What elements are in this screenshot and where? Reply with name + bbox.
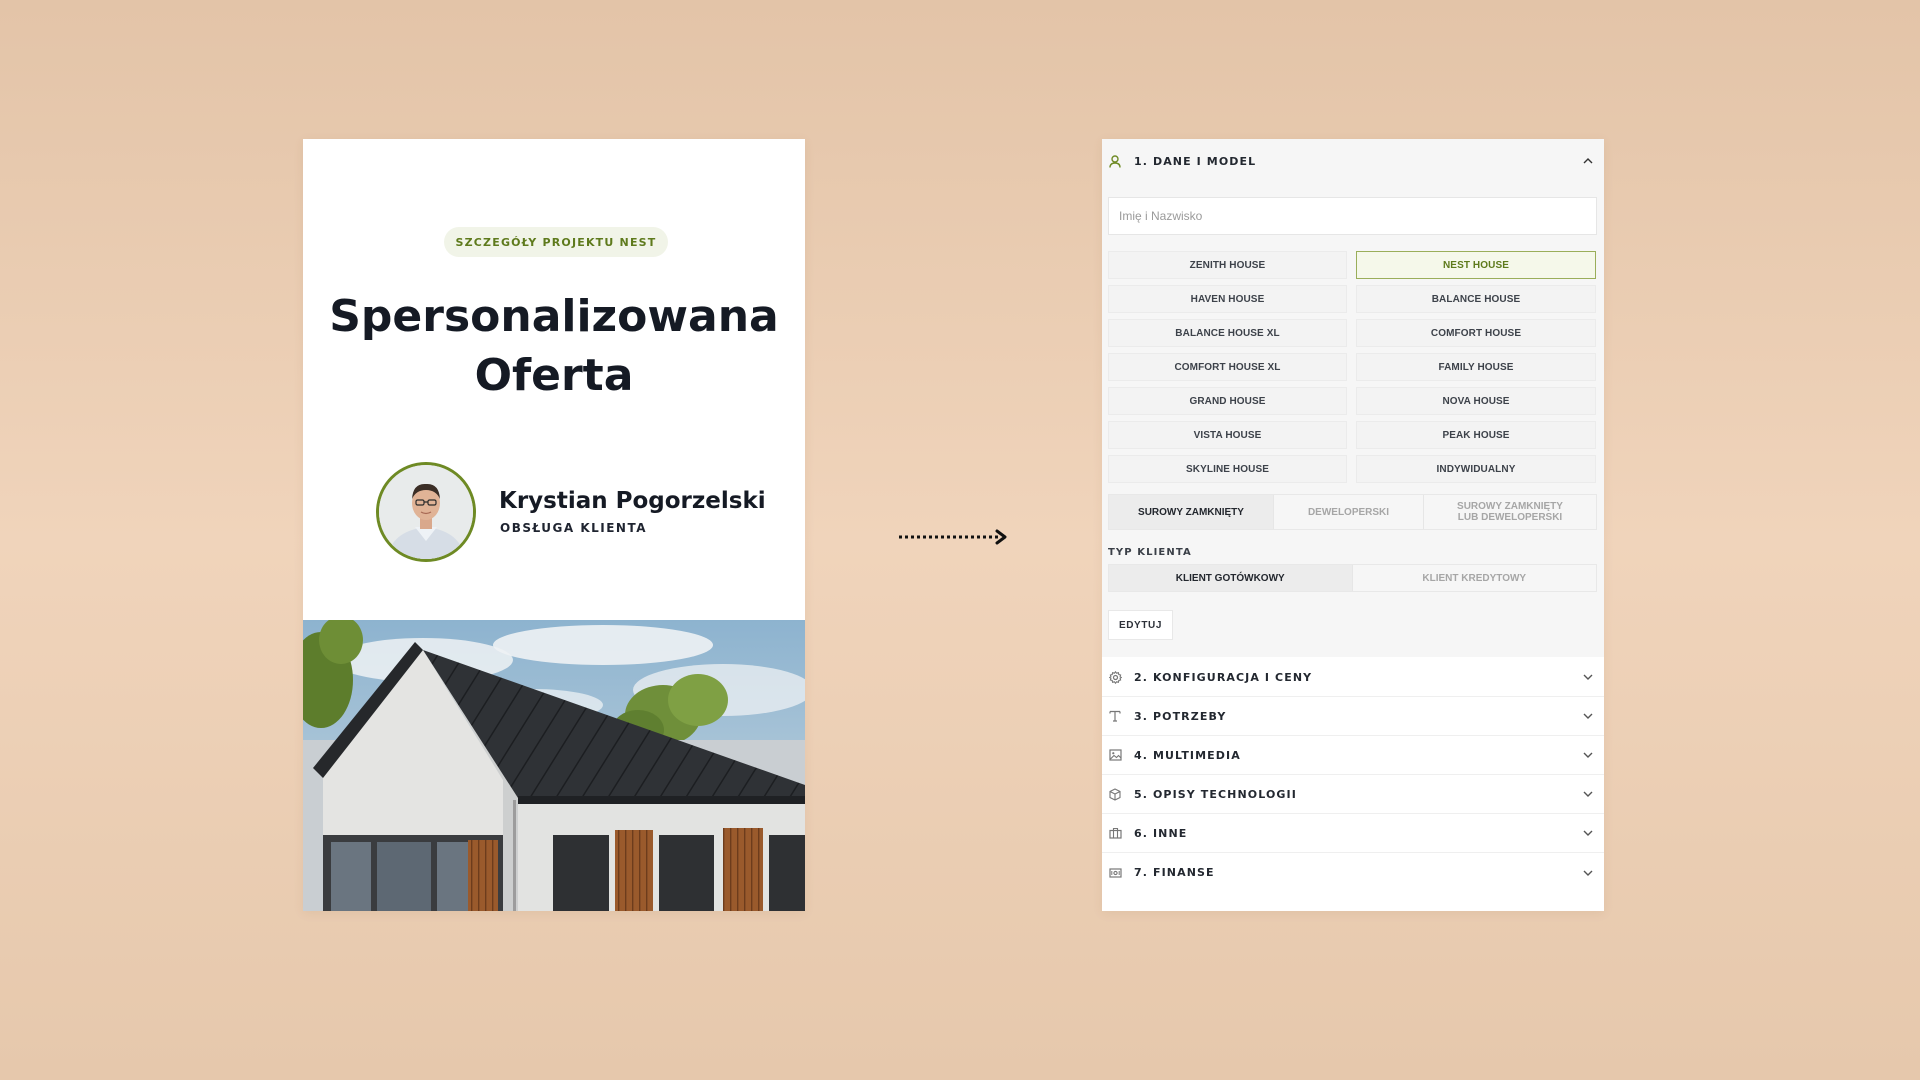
section-title: 5. OPISY TECHNOLOGII	[1134, 787, 1297, 801]
house-photo	[303, 620, 805, 911]
section-title: 4. MULTIMEDIA	[1134, 748, 1241, 762]
chevron-up-icon[interactable]	[1582, 155, 1594, 167]
model-button-balance-house[interactable]: BALANCE HOUSE	[1356, 285, 1596, 313]
standard-option-surowy[interactable]: SUROWY ZAMKNIĘTY	[1109, 495, 1274, 529]
agent-role: OBSŁUGA KLIENTA	[500, 521, 648, 535]
standard-selector: SUROWY ZAMKNIĘTY DEWELOPERSKI SUROWY ZAM…	[1108, 494, 1597, 530]
standard-option-deweloperski[interactable]: DEWELOPERSKI	[1274, 495, 1424, 529]
title-line-2: Oferta	[474, 350, 634, 401]
briefcase-icon	[1108, 826, 1122, 840]
dotted-arrow-icon	[899, 529, 1007, 545]
model-button-grand-house[interactable]: GRAND HOUSE	[1108, 387, 1347, 415]
standard-option-label: SUROWY ZAMKNIĘTY LUB DEWELOPERSKI	[1457, 501, 1563, 523]
section-header-multimedia[interactable]: 4. MULTIMEDIA	[1102, 736, 1604, 775]
title-line-1: Spersonalizowana	[329, 291, 779, 342]
model-button-family-house[interactable]: FAMILY HOUSE	[1356, 353, 1596, 381]
person-avatar-icon	[379, 465, 473, 559]
client-type-selector: KLIENT GOTÓWKOWY KLIENT KREDYTOWY	[1108, 564, 1597, 592]
agent-name: Krystian Pogorzelski	[499, 488, 766, 514]
section-title: 6. INNE	[1134, 826, 1188, 840]
client-option-cash[interactable]: KLIENT GOTÓWKOWY	[1109, 565, 1353, 591]
image-icon	[1108, 748, 1122, 762]
chevron-down-icon	[1582, 788, 1594, 800]
model-button-peak-house[interactable]: PEAK HOUSE	[1356, 421, 1596, 449]
section-header-konfiguracja[interactable]: 2. KONFIGURACJA I CENY	[1102, 658, 1604, 697]
client-type-label: TYP KLIENTA	[1108, 547, 1192, 558]
model-button-zenith-house[interactable]: ZENITH HOUSE	[1108, 251, 1347, 279]
model-button-skyline-house[interactable]: SKYLINE HOUSE	[1108, 455, 1347, 483]
banknote-icon	[1108, 866, 1122, 880]
model-button-vista-house[interactable]: VISTA HOUSE	[1108, 421, 1347, 449]
avatar	[376, 462, 476, 562]
standard-option-surowy-lub-deweloperski[interactable]: SUROWY ZAMKNIĘTY LUB DEWELOPERSKI	[1424, 495, 1596, 529]
config-panel: 1. DANE I MODEL ZENITH HOUSE NEST HOUSE …	[1102, 139, 1604, 911]
gear-icon	[1108, 670, 1122, 684]
section-header-finanse[interactable]: 7. FINANSE	[1102, 853, 1604, 892]
model-button-balance-house-xl[interactable]: BALANCE HOUSE XL	[1108, 319, 1347, 347]
box-icon	[1108, 787, 1122, 801]
name-input[interactable]	[1108, 197, 1597, 235]
section-title: 7. FINANSE	[1134, 866, 1215, 879]
page-title: Spersonalizowana Oferta	[303, 287, 805, 405]
chevron-down-icon	[1582, 827, 1594, 839]
edit-button[interactable]: EDYTUJ	[1108, 610, 1173, 640]
model-button-comfort-house-xl[interactable]: COMFORT HOUSE XL	[1108, 353, 1347, 381]
client-option-credit[interactable]: KLIENT KREDYTOWY	[1353, 565, 1597, 591]
chevron-down-icon	[1582, 710, 1594, 722]
section-title: 3. POTRZEBY	[1134, 709, 1227, 723]
chevron-down-icon	[1582, 867, 1594, 879]
section-header-inne[interactable]: 6. INNE	[1102, 814, 1604, 853]
section-header-potrzeby[interactable]: 3. POTRZEBY	[1102, 697, 1604, 736]
offer-preview-card: SZCZEGÓŁY PROJEKTU NEST Spersonalizowana…	[303, 139, 805, 911]
section-dane-i-model: 1. DANE I MODEL ZENITH HOUSE NEST HOUSE …	[1102, 139, 1604, 657]
section-header-dane-i-model[interactable]: 1. DANE I MODEL	[1102, 141, 1604, 181]
model-button-comfort-house[interactable]: COMFORT HOUSE	[1356, 319, 1596, 347]
user-icon	[1108, 154, 1122, 168]
model-button-indywidualny[interactable]: INDYWIDUALNY	[1356, 455, 1596, 483]
model-button-nova-house[interactable]: NOVA HOUSE	[1356, 387, 1596, 415]
text-icon	[1108, 709, 1122, 723]
section-header-opisy-technologii[interactable]: 5. OPISY TECHNOLOGII	[1102, 775, 1604, 814]
project-badge: SZCZEGÓŁY PROJEKTU NEST	[444, 227, 668, 257]
section-title: 1. DANE I MODEL	[1134, 154, 1257, 168]
model-button-haven-house[interactable]: HAVEN HOUSE	[1108, 285, 1347, 313]
chevron-down-icon	[1582, 749, 1594, 761]
chevron-down-icon	[1582, 671, 1594, 683]
model-button-nest-house[interactable]: NEST HOUSE	[1356, 251, 1596, 279]
section-title: 2. KONFIGURACJA I CENY	[1134, 670, 1313, 684]
model-grid: ZENITH HOUSE NEST HOUSE HAVEN HOUSE BALA…	[1108, 251, 1596, 483]
